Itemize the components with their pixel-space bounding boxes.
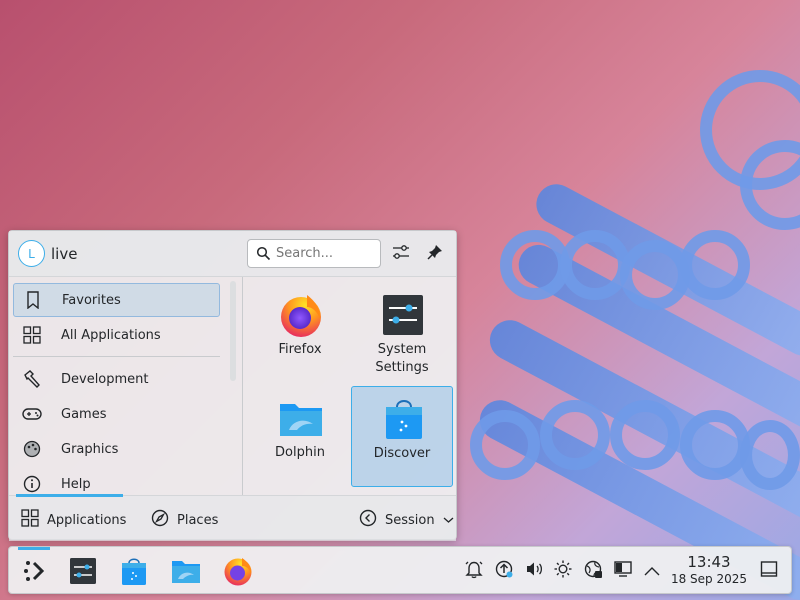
pin-icon — [426, 243, 444, 265]
launcher-active-indicator — [18, 547, 50, 550]
user-avatar[interactable]: L — [18, 240, 45, 267]
category-favorites[interactable]: Favorites — [13, 283, 220, 317]
task-discover[interactable] — [118, 555, 150, 587]
category-label: Games — [61, 406, 107, 422]
category-graphics[interactable]: Graphics — [13, 432, 220, 466]
session-button[interactable]: Session — [359, 509, 454, 531]
grid-icon — [21, 324, 43, 346]
notifications-icon — [464, 559, 484, 583]
taskbar-panel: 13:43 18 Sep 2025 — [8, 546, 792, 594]
firefox-icon — [277, 291, 325, 339]
favorite-label: Dolphin — [275, 445, 325, 460]
show-desktop-icon — [760, 560, 778, 582]
system-settings-icon — [67, 558, 99, 591]
tray-updates[interactable] — [493, 560, 515, 582]
network-icon — [583, 559, 603, 583]
clock-date: 18 Sep 2025 — [670, 572, 748, 586]
sidebar-scrollbar[interactable] — [230, 281, 236, 381]
menu-footer: Applications Places Session — [9, 494, 456, 541]
favorite-discover[interactable]: Discover — [351, 386, 453, 487]
application-launcher-button[interactable] — [18, 555, 50, 587]
tab-label: Places — [177, 512, 219, 528]
firefox-icon — [222, 558, 254, 591]
gamepad-icon — [21, 403, 43, 425]
active-tab-indicator — [16, 494, 123, 497]
favorite-label: System Settings — [375, 342, 429, 375]
tab-places[interactable]: Places — [151, 509, 218, 531]
palette-icon — [21, 438, 43, 460]
menu-header: L live — [9, 231, 456, 277]
session-label: Session — [385, 512, 435, 528]
pin-button[interactable] — [422, 241, 448, 267]
divider — [242, 277, 243, 495]
tray-expand[interactable] — [641, 560, 663, 582]
chevron-down-icon — [443, 513, 454, 528]
favorite-label: Discover — [373, 446, 431, 461]
category-label: Help — [61, 476, 91, 492]
task-dolphin[interactable] — [170, 555, 202, 587]
category-games[interactable]: Games — [13, 397, 220, 431]
dolphin-folder-icon — [170, 561, 202, 591]
chevron-up-icon — [643, 562, 661, 581]
configure-button[interactable] — [388, 241, 414, 267]
category-development[interactable]: Development — [13, 362, 220, 396]
dolphin-folder-icon — [277, 394, 325, 442]
category-label: Graphics — [61, 441, 119, 457]
category-label: All Applications — [61, 327, 161, 343]
kde-launcher-icon — [18, 561, 50, 591]
user-name: live — [51, 245, 78, 263]
favorite-system-settings[interactable]: System Settings — [351, 283, 453, 384]
category-help[interactable]: Help — [13, 467, 220, 495]
tab-label: Applications — [47, 512, 127, 528]
separator — [13, 356, 220, 357]
clock-time: 13:43 — [687, 553, 731, 571]
tray-display[interactable] — [612, 560, 634, 582]
search-icon — [256, 246, 271, 265]
tray-brightness[interactable] — [552, 560, 574, 582]
category-label: Development — [61, 371, 149, 387]
discover-bag-icon — [118, 558, 150, 591]
application-launcher-menu: L live Favorites — [8, 230, 457, 541]
favorite-firefox[interactable]: Firefox — [249, 283, 351, 384]
category-all-applications[interactable]: All Applications — [13, 318, 220, 352]
task-firefox[interactable] — [222, 555, 254, 587]
tray-network[interactable] — [582, 560, 604, 582]
digital-clock[interactable]: 13:43 18 Sep 2025 — [665, 553, 753, 587]
bookmark-icon — [22, 289, 44, 311]
volume-icon — [524, 559, 544, 583]
category-label: Favorites — [62, 292, 121, 308]
hammer-icon — [21, 368, 43, 390]
search-field[interactable] — [247, 239, 381, 268]
updates-icon — [494, 559, 514, 583]
search-input[interactable] — [276, 246, 376, 261]
tab-applications[interactable]: Applications — [21, 509, 126, 531]
favorite-dolphin[interactable]: Dolphin — [249, 386, 351, 487]
session-icon — [359, 509, 377, 531]
discover-bag-icon — [380, 395, 428, 443]
show-desktop-button[interactable] — [758, 560, 780, 582]
favorite-label: Firefox — [278, 342, 322, 357]
display-icon — [613, 559, 633, 583]
brightness-icon — [553, 559, 573, 583]
category-sidebar: Favorites All Applications Development G… — [9, 277, 225, 495]
system-settings-icon — [379, 291, 427, 339]
grid-icon — [21, 509, 39, 531]
compass-icon — [151, 509, 169, 531]
tray-notifications[interactable] — [463, 560, 485, 582]
sliders-icon — [392, 243, 410, 265]
tray-volume[interactable] — [523, 560, 545, 582]
info-icon — [21, 473, 43, 495]
task-system-settings[interactable] — [67, 555, 99, 587]
